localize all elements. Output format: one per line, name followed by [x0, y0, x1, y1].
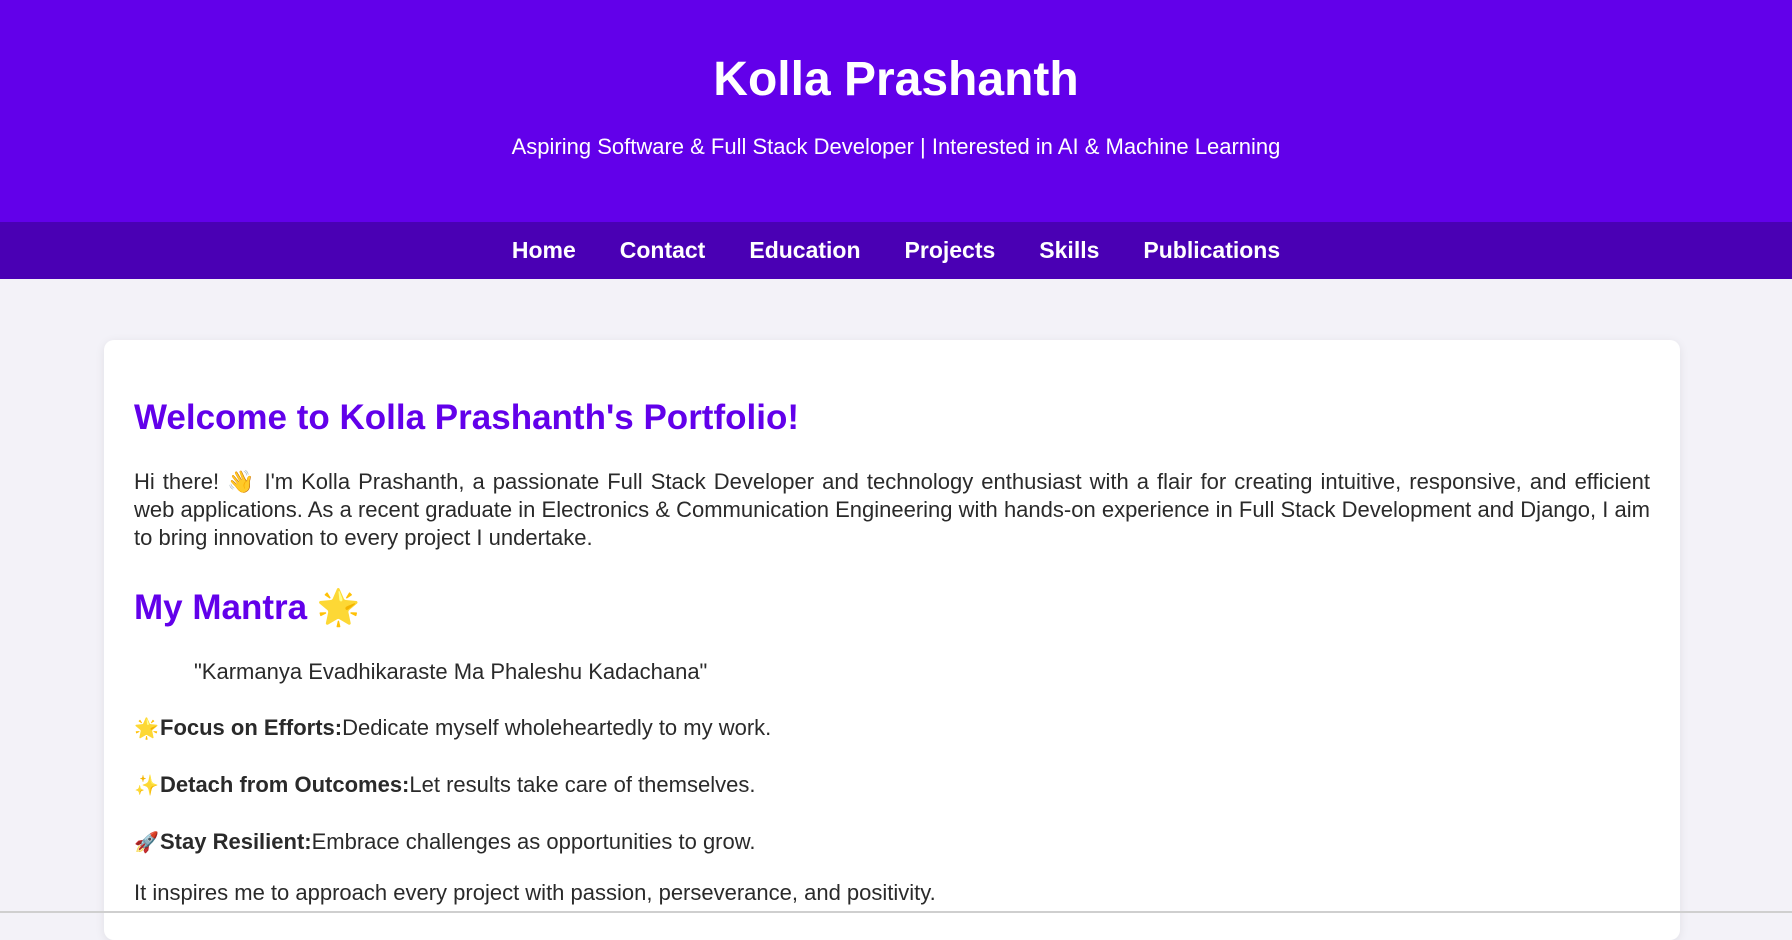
principle-text: Dedicate myself wholeheartedly to my wor… — [342, 715, 772, 740]
content-card: Welcome to Kolla Prashanth's Portfolio! … — [104, 340, 1680, 940]
site-title: Kolla Prashanth — [713, 53, 1079, 106]
intro-paragraph: Hi there! 👋 I'm Kolla Prashanth, a passi… — [134, 469, 1650, 550]
site-tagline: Aspiring Software & Full Stack Developer… — [511, 134, 1281, 159]
mantra-heading: My Mantra 🌟 — [134, 588, 361, 627]
nav-education-link[interactable]: Education — [749, 237, 860, 264]
main-nav: Home Contact Education Projects Skills P… — [0, 222, 1792, 279]
principle-item: 🌟Focus on Efforts:Dedicate myself wholeh… — [134, 714, 1650, 743]
nav-home-link[interactable]: Home — [512, 237, 576, 264]
nav-projects-link[interactable]: Projects — [905, 237, 996, 264]
mantra-quote: "Karmanya Evadhikaraste Ma Phaleshu Kada… — [194, 659, 708, 684]
rocket-icon: 🚀 — [134, 832, 159, 854]
principle-text: Embrace challenges as opportunities to g… — [311, 829, 756, 854]
welcome-heading: Welcome to Kolla Prashanth's Portfolio! — [134, 398, 799, 437]
nav-publications-link[interactable]: Publications — [1143, 237, 1280, 264]
sparkles-icon: ✨ — [134, 775, 159, 797]
site-header: Kolla Prashanth Aspiring Software & Full… — [0, 0, 1792, 222]
principle-item: 🚀Stay Resilient:Embrace challenges as op… — [134, 828, 1650, 857]
closing-paragraph: It inspires me to approach every project… — [134, 880, 936, 905]
principle-title: Detach from Outcomes: — [160, 772, 410, 797]
principle-text: Let results take care of themselves. — [409, 772, 756, 797]
nav-contact-link[interactable]: Contact — [620, 237, 706, 264]
nav-skills-link[interactable]: Skills — [1039, 237, 1099, 264]
principle-title: Stay Resilient: — [160, 829, 312, 854]
principle-title: Focus on Efforts: — [160, 715, 343, 740]
principle-item: ✨Detach from Outcomes:Let results take c… — [134, 771, 1650, 800]
star-icon: 🌟 — [134, 718, 159, 740]
